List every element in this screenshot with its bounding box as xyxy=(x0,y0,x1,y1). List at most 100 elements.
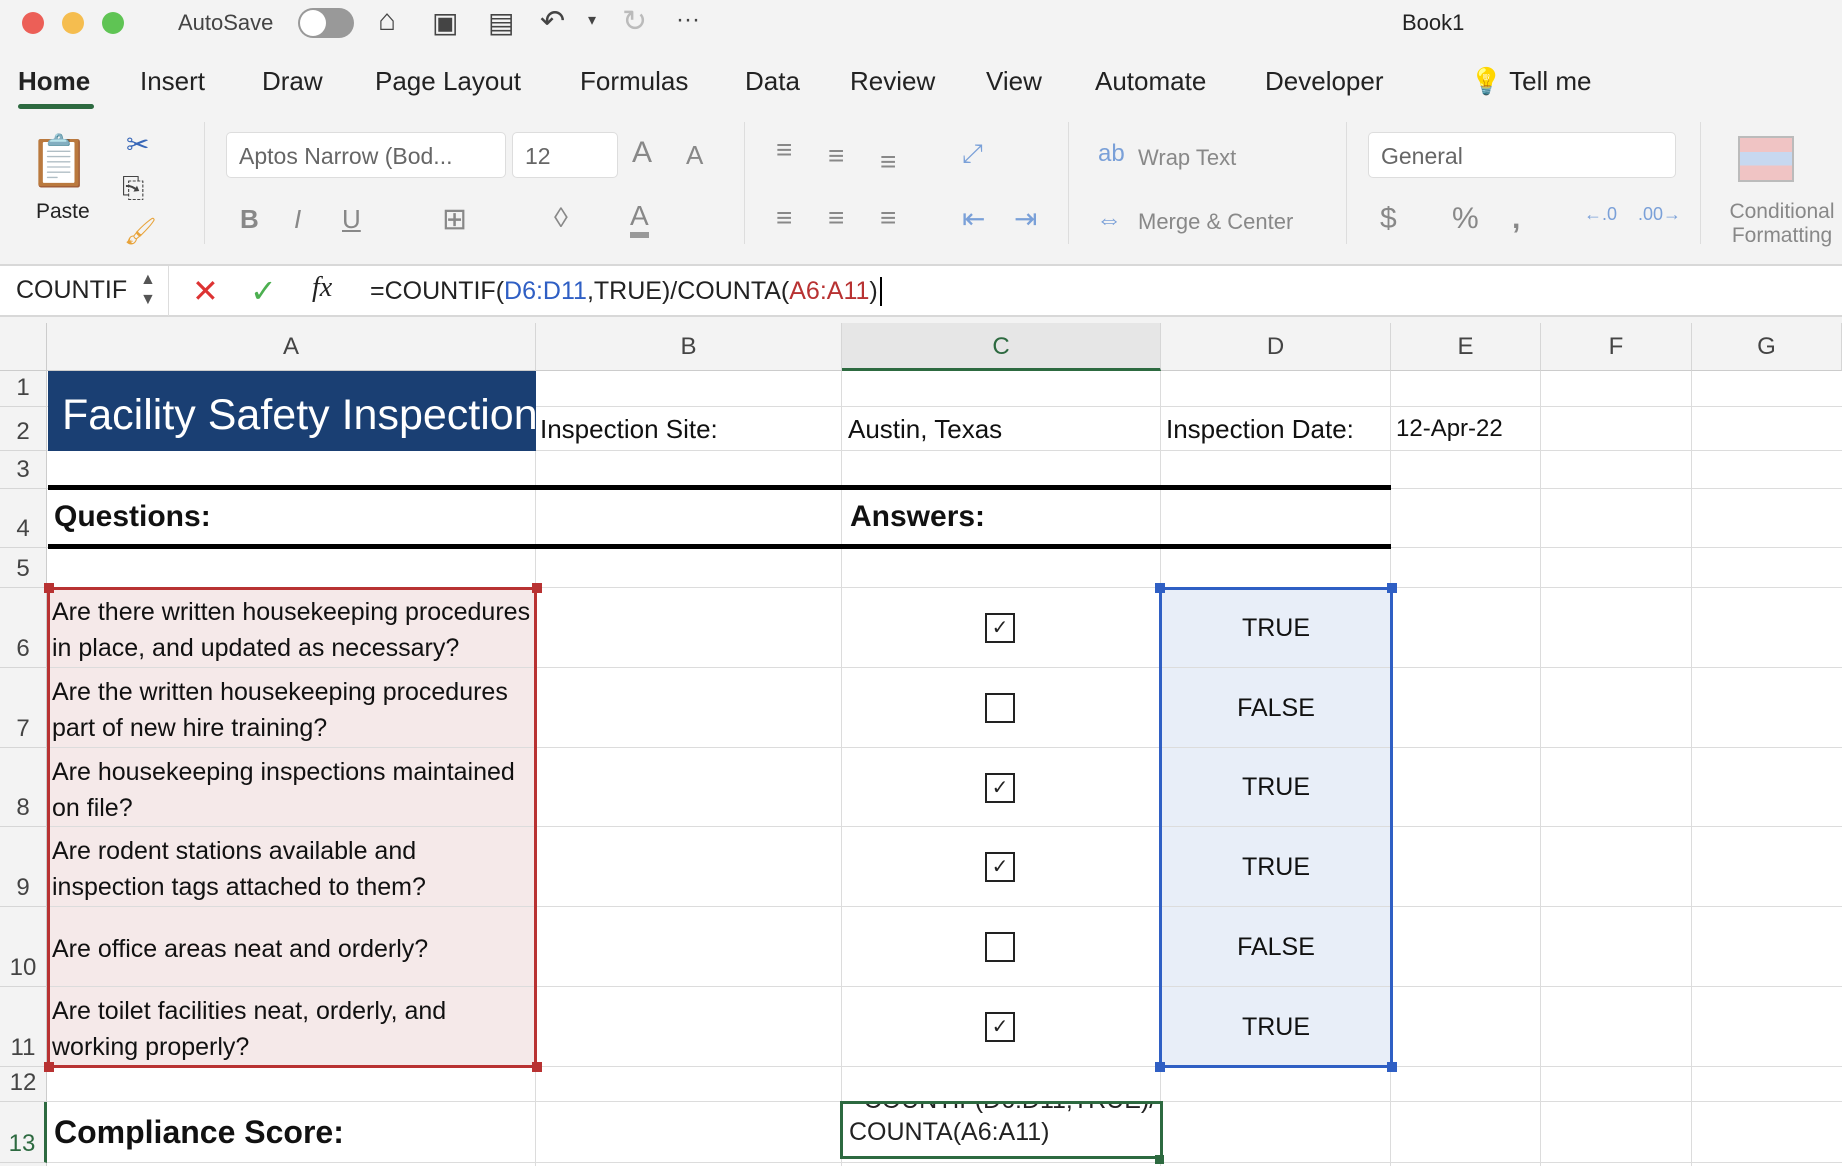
fill-color-icon[interactable]: ◊ xyxy=(554,202,568,234)
spreadsheet-grid[interactable]: ABCDEFG1234567891011121314Facility Safet… xyxy=(0,323,1842,1166)
undo-icon[interactable]: ↶ xyxy=(540,4,565,39)
conditional-formatting-icon[interactable] xyxy=(1738,136,1794,182)
zoom-window-button[interactable] xyxy=(102,12,124,34)
enter-icon[interactable]: ✓ xyxy=(250,272,277,310)
paste-button[interactable]: Paste xyxy=(36,200,90,224)
tab-draw[interactable]: Draw xyxy=(262,66,323,97)
merge-center-button[interactable]: Merge & Center xyxy=(1138,209,1293,235)
range-resize-handle[interactable] xyxy=(44,583,54,593)
tab-data[interactable]: Data xyxy=(745,66,800,97)
align-top-icon[interactable]: ≡ xyxy=(776,134,792,166)
range-resize-handle[interactable] xyxy=(1387,583,1397,593)
column-header-e[interactable]: E xyxy=(1391,323,1541,371)
increase-indent-icon[interactable]: ⇥ xyxy=(1014,202,1037,235)
borders-icon[interactable]: ⊞ xyxy=(442,202,467,237)
cancel-icon[interactable]: ✕ xyxy=(192,272,219,310)
checkbox-checked[interactable]: ✓ xyxy=(985,852,1015,882)
align-middle-icon[interactable]: ≡ xyxy=(828,140,844,172)
row-header-1[interactable]: 1 xyxy=(0,371,47,407)
number-format-select[interactable]: General xyxy=(1368,132,1676,178)
format-painter-icon[interactable]: 🖌 xyxy=(124,216,157,247)
bold-icon[interactable]: B xyxy=(240,204,259,235)
tab-automate[interactable]: Automate xyxy=(1095,66,1206,97)
checkbox-checked[interactable]: ✓ xyxy=(985,613,1015,643)
undo-dropdown-icon[interactable]: ▾ xyxy=(588,10,596,30)
tab-page-layout[interactable]: Page Layout xyxy=(375,66,521,97)
wrap-text-button[interactable]: Wrap Text xyxy=(1138,145,1236,171)
conditional-formatting-button[interactable]: Conditional Formatting xyxy=(1722,200,1842,248)
row-header-9[interactable]: 9 xyxy=(0,827,47,907)
function-icon[interactable]: fx xyxy=(312,272,332,304)
wrap-text-icon[interactable]: ab xyxy=(1098,140,1125,168)
underline-icon[interactable]: U xyxy=(342,204,361,235)
row-header-7[interactable]: 7 xyxy=(0,668,47,748)
orientation-icon[interactable]: ⤢ xyxy=(962,138,983,170)
font-color-icon[interactable]: A xyxy=(630,200,649,238)
fill-handle[interactable] xyxy=(1155,1155,1164,1164)
paste-icon[interactable]: 📋 xyxy=(28,132,90,191)
align-left-icon[interactable]: ≡ xyxy=(776,202,792,234)
merge-center-icon[interactable]: ⇔ xyxy=(1096,204,1122,235)
tab-formulas[interactable]: Formulas xyxy=(580,66,688,97)
font-size-select[interactable]: 12 xyxy=(512,132,618,178)
row-header-12[interactable]: 12 xyxy=(0,1067,47,1102)
decrease-decimal-icon[interactable]: .00→ xyxy=(1638,204,1681,225)
range-resize-handle[interactable] xyxy=(44,1062,54,1072)
redo-icon[interactable]: ↻ xyxy=(622,4,647,39)
row-header-10[interactable]: 10 xyxy=(0,907,47,987)
minimize-window-button[interactable] xyxy=(62,12,84,34)
decrease-indent-icon[interactable]: ⇤ xyxy=(962,202,985,235)
italic-icon[interactable]: I xyxy=(294,204,301,235)
align-bottom-icon[interactable]: ≡ xyxy=(880,146,896,178)
range-resize-handle[interactable] xyxy=(532,1062,542,1072)
row-header-13[interactable]: 13 xyxy=(0,1102,47,1163)
checkbox-checked[interactable]: ✓ xyxy=(985,1012,1015,1042)
row-header-8[interactable]: 8 xyxy=(0,748,47,827)
checkbox-unchecked[interactable] xyxy=(985,932,1015,962)
inspection-site-value[interactable]: Austin, Texas xyxy=(848,407,1002,451)
align-right-icon[interactable]: ≡ xyxy=(880,202,896,234)
column-header-a[interactable]: A xyxy=(47,323,536,371)
close-window-button[interactable] xyxy=(22,12,44,34)
cut-icon[interactable]: ✂ xyxy=(126,128,149,161)
name-box-stepper-icon[interactable]: ▲ ▼ xyxy=(140,270,156,310)
tab-review[interactable]: Review xyxy=(850,66,935,97)
column-header-c[interactable]: C xyxy=(842,323,1161,371)
row-header-4[interactable]: 4 xyxy=(0,489,47,548)
formula-input[interactable]: =COUNTIF(D6:D11,TRUE)/COUNTA(A6:A11) xyxy=(370,277,882,306)
column-header-b[interactable]: B xyxy=(536,323,842,371)
save-icon[interactable]: ▣ xyxy=(432,6,458,39)
row-header-2[interactable]: 2 xyxy=(0,407,47,451)
row-header-11[interactable]: 11 xyxy=(0,987,47,1067)
increase-font-icon[interactable]: A xyxy=(632,136,652,170)
tab-tell-me[interactable]: 💡 Tell me xyxy=(1470,66,1591,97)
tab-developer[interactable]: Developer xyxy=(1265,66,1384,97)
column-header-d[interactable]: D xyxy=(1161,323,1391,371)
row-header-3[interactable]: 3 xyxy=(0,451,47,489)
range-resize-handle[interactable] xyxy=(1155,583,1165,593)
row-header-5[interactable]: 5 xyxy=(0,548,47,588)
percent-icon[interactable]: % xyxy=(1452,202,1479,236)
tab-insert[interactable]: Insert xyxy=(140,66,205,97)
range-resize-handle[interactable] xyxy=(1155,1062,1165,1072)
range-resize-handle[interactable] xyxy=(532,583,542,593)
inspection-date-value[interactable]: 12-Apr-22 xyxy=(1396,407,1503,451)
range-resize-handle[interactable] xyxy=(1387,1062,1397,1072)
home-icon[interactable]: ⌂ xyxy=(378,4,396,38)
align-center-icon[interactable]: ≡ xyxy=(828,202,844,234)
save-as-icon[interactable]: ▤ xyxy=(488,6,514,39)
decrease-font-icon[interactable]: A xyxy=(686,140,703,171)
name-box[interactable]: COUNTIF xyxy=(16,276,127,305)
tab-view[interactable]: View xyxy=(986,66,1042,97)
select-all-button[interactable] xyxy=(0,323,47,371)
column-header-f[interactable]: F xyxy=(1541,323,1692,371)
copy-icon[interactable]: ⎘ xyxy=(122,172,144,205)
checkbox-checked[interactable]: ✓ xyxy=(985,772,1015,803)
column-header-g[interactable]: G xyxy=(1692,323,1842,371)
compliance-score-editor[interactable]: =COUNTIF(D6:D11,TRUE)/ COUNTA(A6:A11) xyxy=(840,1101,1163,1159)
tab-home[interactable]: Home xyxy=(18,66,90,97)
autosave-toggle[interactable] xyxy=(298,8,354,38)
increase-decimal-icon[interactable]: ←.0 xyxy=(1584,204,1617,225)
font-name-select[interactable]: Aptos Narrow (Bod... xyxy=(226,132,506,178)
more-icon[interactable]: ··· xyxy=(676,6,700,34)
